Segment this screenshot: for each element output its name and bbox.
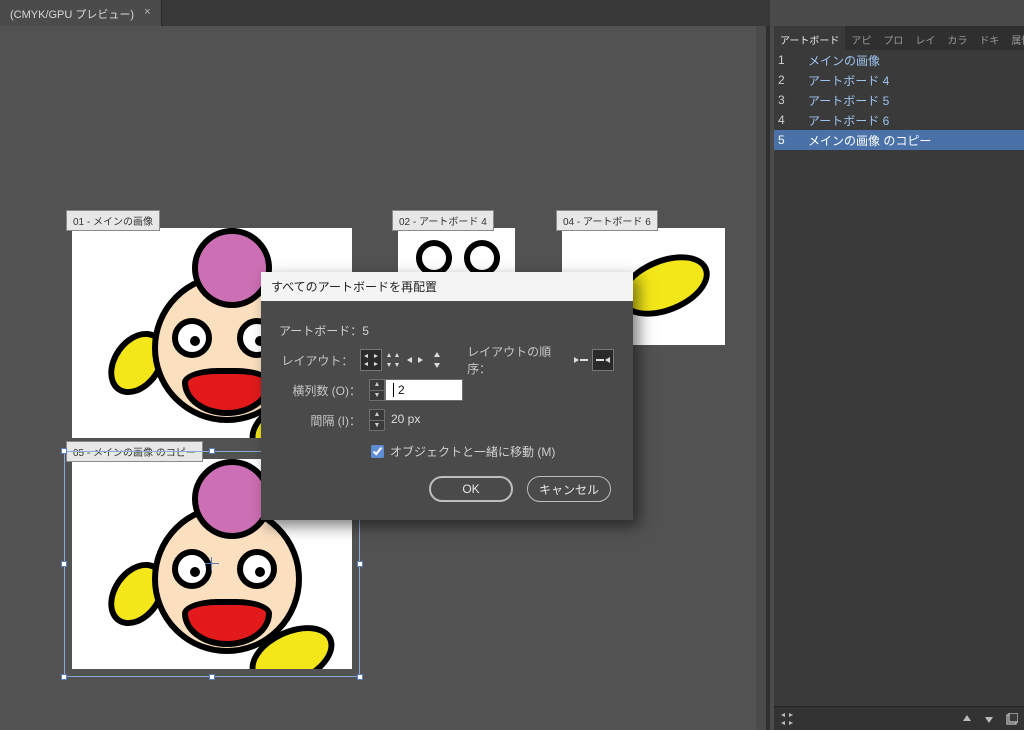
artboard-count-label: アートボード：5 (279, 322, 369, 339)
layout-grid-col-icon[interactable] (383, 350, 403, 370)
layout-label: レイアウト： (279, 352, 361, 369)
selection-handle[interactable] (61, 448, 67, 454)
order-label: レイアウトの順序： (467, 343, 565, 377)
selection-center-icon[interactable] (209, 561, 215, 567)
order-rtl-icon[interactable] (593, 350, 613, 370)
artboard-name: アートボード 6 (808, 112, 889, 129)
order-ltr-icon[interactable] (571, 350, 591, 370)
artboard-list: 1メインの画像2アートボード 43アートボード 54アートボード 65メインの画… (774, 50, 1024, 150)
cancel-button[interactable]: キャンセル (527, 476, 611, 502)
move-down-icon[interactable] (984, 714, 994, 724)
panel-tab[interactable]: 属性 (1005, 26, 1024, 50)
columns-input[interactable] (385, 379, 463, 401)
panel-tab[interactable]: プロ (877, 26, 909, 50)
artboard-list-row[interactable]: 2アートボード 4 (774, 70, 1024, 90)
chevron-up-icon[interactable]: ▲ (370, 410, 384, 421)
selection-handle[interactable] (209, 448, 215, 454)
panel-tab-strip: アートボードアピプロレイカラドキ属性 (774, 26, 1024, 50)
artboard-number: 4 (778, 113, 808, 127)
artboard-list-row[interactable]: 1メインの画像 (774, 50, 1024, 70)
move-up-icon[interactable] (962, 714, 972, 724)
panel-tab[interactable]: アピ (845, 26, 877, 50)
layout-col-icon[interactable] (427, 350, 447, 370)
dialog-title: すべてのアートボードを再配置 (261, 272, 633, 301)
artboard-number: 5 (778, 133, 808, 147)
artboard-list-row[interactable]: 5メインの画像 のコピー (774, 130, 1024, 150)
artboard-number: 1 (778, 53, 808, 67)
layout-grid-row-icon[interactable] (361, 350, 381, 370)
columns-label: 横列数 (O)： (279, 382, 369, 399)
artboard-name: アートボード 4 (808, 72, 889, 89)
document-tab-title: (CMYK/GPU プレビュー) (10, 6, 134, 22)
spacing-label: 間隔 (I)： (279, 412, 369, 429)
artboard-list-row[interactable]: 4アートボード 6 (774, 110, 1024, 130)
artboard-name: メインの画像 のコピー (808, 132, 931, 149)
document-tab[interactable]: (CMYK/GPU プレビュー) × (0, 0, 162, 26)
columns-stepper[interactable]: ▲▼ (369, 379, 385, 401)
rearrange-icon[interactable] (780, 712, 794, 726)
spacing-stepper[interactable]: ▲▼ (369, 409, 385, 431)
artboard-number: 3 (778, 93, 808, 107)
artboard-name: アートボード 5 (808, 92, 889, 109)
selection-handle[interactable] (209, 674, 215, 680)
move-artwork-checkbox[interactable] (371, 445, 384, 458)
panel-tab[interactable]: レイ (909, 26, 941, 50)
chevron-down-icon[interactable]: ▼ (370, 421, 384, 431)
artboard-number: 2 (778, 73, 808, 87)
selection-handle[interactable] (357, 561, 363, 567)
panel-tab[interactable]: ドキ (973, 26, 1005, 50)
selection-handle[interactable] (61, 674, 67, 680)
selection-handle[interactable] (61, 561, 67, 567)
rearrange-artboards-dialog: すべてのアートボードを再配置 アートボード：5 レイアウト： レイアウトの順序： (261, 272, 633, 520)
new-artboard-icon[interactable] (1006, 713, 1018, 725)
ok-button[interactable]: OK (429, 476, 513, 502)
spacing-input[interactable]: 20 px (385, 409, 463, 431)
selection-handle[interactable] (357, 674, 363, 680)
panel-footer (774, 706, 1024, 730)
panel-tab[interactable]: アートボード (774, 26, 845, 50)
artboards-panel: アートボードアピプロレイカラドキ属性 1メインの画像2アートボード 43アートボ… (774, 26, 1024, 730)
panel-separator[interactable] (766, 26, 770, 730)
artboard-list-row[interactable]: 3アートボード 5 (774, 90, 1024, 110)
panel-tab[interactable]: カラ (941, 26, 973, 50)
chevron-down-icon[interactable]: ▼ (370, 391, 384, 401)
chevron-up-icon[interactable]: ▲ (370, 380, 384, 391)
document-tab-bar: (CMYK/GPU プレビュー) × (0, 0, 770, 26)
layout-row-icon[interactable] (405, 350, 425, 370)
move-artwork-label: オブジェクトと一緒に移動 (M) (390, 443, 555, 460)
close-icon[interactable]: × (144, 6, 150, 18)
artboard-name: メインの画像 (808, 52, 880, 69)
